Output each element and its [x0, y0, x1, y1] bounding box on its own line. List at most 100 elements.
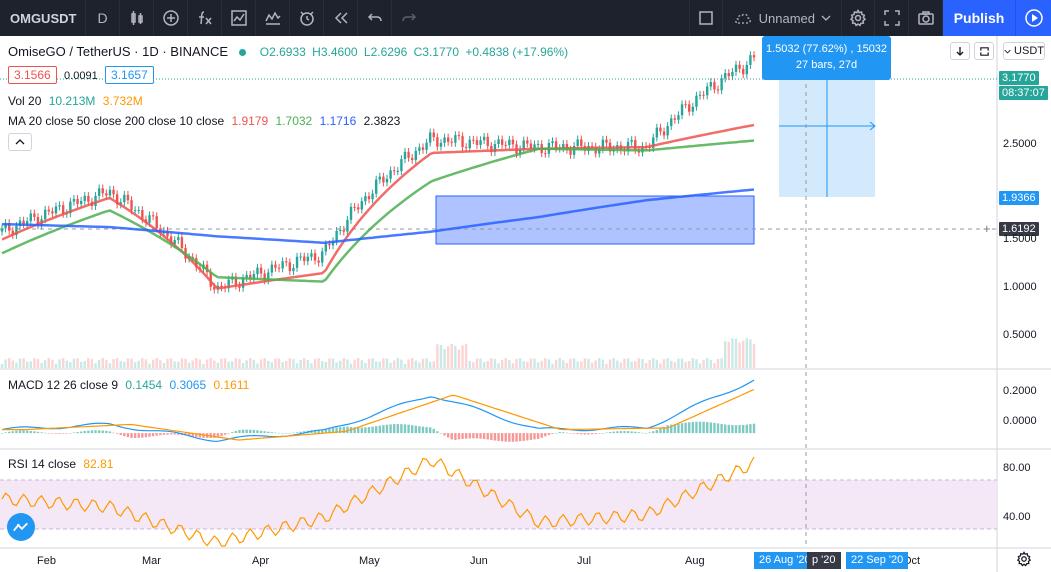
consolidation-rectangle[interactable]: [435, 195, 755, 245]
candle-body: [400, 159, 403, 172]
templates-button[interactable]: [222, 0, 256, 36]
macd-hist-value: 0.1454: [125, 378, 163, 392]
macd-histogram-bar: [47, 433, 50, 434]
macd-histogram-bar: [461, 433, 464, 439]
volume-legend[interactable]: Vol 20 10.213M 3.732M: [8, 94, 143, 108]
volume-bar: [558, 358, 561, 368]
volume-bar: [619, 362, 623, 368]
time-tick: Apr: [252, 555, 270, 567]
volume-bar: [133, 362, 137, 368]
volume-bar: [126, 358, 130, 368]
volume-bar: [425, 358, 428, 368]
chart-settings-gear[interactable]: [1016, 551, 1032, 570]
macd-histogram-bar: [112, 432, 115, 434]
macd-histogram-bar: [126, 433, 130, 438]
ohlc-high: H3.4600: [312, 45, 358, 59]
macd-histogram-bar: [558, 432, 561, 434]
gear-icon: [849, 9, 867, 27]
macd-histogram-bar: [644, 433, 648, 434]
volume-bar: [695, 359, 698, 368]
buy-price-button[interactable]: 3.1657: [105, 66, 154, 84]
pair-title[interactable]: OmiseGO / TetherUS · 1D · BINANCE: [8, 44, 228, 59]
candle-body: [706, 86, 709, 96]
volume-bar: [263, 358, 266, 368]
compare-symbols-button[interactable]: [256, 0, 290, 36]
candles[interactable]: [0, 51, 756, 294]
macd-histogram-bar: [241, 429, 245, 434]
indicators-button[interactable]: [188, 0, 222, 36]
macd-histogram-bar: [526, 433, 529, 441]
candle-body: [709, 82, 713, 87]
replay-button[interactable]: [324, 0, 358, 36]
macd-histogram-bar: [421, 426, 425, 434]
settings-button[interactable]: [841, 0, 875, 36]
macd-histogram-bar: [169, 433, 173, 435]
candle-body: [256, 267, 259, 275]
macd-histogram-bar: [688, 422, 691, 434]
snapshot-button[interactable]: [909, 0, 943, 36]
macd-histogram-bar: [544, 433, 547, 437]
volume-bar: [587, 358, 590, 368]
interval-button[interactable]: D: [86, 0, 120, 36]
macd-legend[interactable]: MACD 12 26 close 9 0.1454 0.3065 0.1611: [8, 378, 249, 392]
macd-histogram-bar: [742, 424, 745, 434]
volume-bar: [141, 358, 144, 368]
sell-price-button[interactable]: 3.1566: [8, 66, 57, 84]
volume-bar: [716, 359, 720, 368]
macd-histogram-bar: [29, 430, 32, 434]
volume-bar: [285, 361, 288, 368]
candle-body: [698, 94, 702, 96]
chart-area[interactable]: OmiseGO / TetherUS · 1D · BINANCE O2.693…: [0, 36, 1051, 572]
alert-button[interactable]: [290, 0, 324, 36]
ma-legend[interactable]: MA 20 close 50 close 200 close 10 close …: [8, 114, 400, 128]
collapse-legend-button[interactable]: [8, 133, 32, 151]
candle-body: [486, 136, 489, 146]
volume-bar: [130, 358, 133, 368]
candle-body: [101, 188, 104, 194]
fullscreen-button[interactable]: [875, 0, 909, 36]
signal-line[interactable]: [2, 388, 755, 441]
candle-body: [295, 256, 299, 268]
compare-button[interactable]: [154, 0, 188, 36]
volume-bar: [11, 360, 14, 368]
volume-bar: [749, 339, 752, 368]
volume-bar: [641, 358, 644, 368]
currency-button[interactable]: USDT: [1003, 42, 1045, 60]
candle-body: [436, 137, 439, 147]
undo-button[interactable]: [358, 0, 392, 36]
redo-button[interactable]: [392, 0, 426, 36]
publish-button[interactable]: Publish: [943, 0, 1015, 36]
fullscreen-select-button[interactable]: [688, 0, 723, 36]
candle-body: [79, 200, 83, 205]
play-button[interactable]: [1015, 0, 1051, 36]
volume-bars: [0, 338, 756, 368]
price-scale-menu-button[interactable]: [950, 42, 970, 60]
chart-style-button[interactable]: [120, 0, 154, 36]
volume-bar: [252, 359, 256, 368]
volume-bar: [461, 345, 464, 368]
volume-bar: [378, 361, 381, 368]
macd-histogram-bar: [403, 424, 407, 434]
candle-body: [306, 256, 310, 262]
alarm-clock-icon: [299, 11, 314, 26]
volume-bar: [551, 363, 554, 368]
volume-bar: [331, 358, 335, 368]
tradingview-logo[interactable]: [7, 513, 35, 541]
candle-body: [536, 144, 540, 146]
reset-scale-button[interactable]: [974, 42, 994, 60]
macd-histogram-bar: [65, 433, 68, 434]
ma50-value: 1.7032: [275, 114, 313, 128]
symbol-search-button[interactable]: OMGUSDT: [0, 0, 86, 36]
macd-histogram-bar: [749, 424, 752, 434]
volume-bar: [360, 360, 364, 368]
candle-body: [29, 213, 32, 222]
layout-menu[interactable]: Unnamed: [723, 0, 841, 36]
macd-histogram-bar: [720, 423, 723, 434]
volume-bar: [518, 358, 522, 368]
volume-bar: [342, 358, 346, 368]
volume-ma-value: 3.732M: [102, 94, 143, 108]
macd-histogram-bar: [515, 433, 518, 442]
rsi-legend[interactable]: RSI 14 close 82.81: [8, 457, 113, 471]
add-alert-plus-icon[interactable]: +: [983, 221, 991, 236]
volume-bar: [382, 358, 385, 368]
